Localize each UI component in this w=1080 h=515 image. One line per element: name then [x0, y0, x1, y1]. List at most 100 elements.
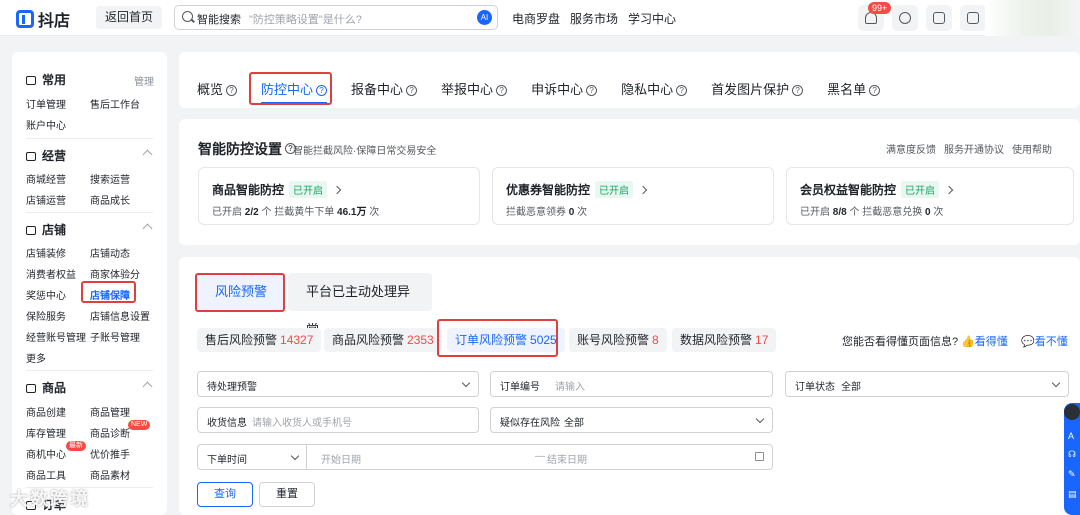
tab-report-filing[interactable]: 报备中心?	[351, 79, 418, 98]
chip-product-risk[interactable]: 商品风险预警 2353	[324, 328, 442, 352]
start-date[interactable]: 开始日期	[321, 451, 361, 466]
sidebar-divider	[26, 370, 153, 371]
query-button[interactable]: 查询	[197, 482, 253, 507]
sidebar-item-sub-accounts[interactable]: 子账号管理	[90, 329, 140, 344]
help-icon: ?	[586, 85, 598, 96]
end-date[interactable]: 结束日期	[547, 451, 587, 466]
help-link[interactable]: 使用帮助	[1012, 141, 1052, 156]
understand-no-button[interactable]: 💬看不懂	[1021, 333, 1068, 349]
sidebar-item-inventory[interactable]: 库存管理	[26, 425, 66, 440]
feedback-icon[interactable]: ✎	[1068, 469, 1076, 480]
sidebar-item-product-growth[interactable]: 商品成长	[90, 192, 130, 207]
chat-icon[interactable]: ☊	[1068, 449, 1076, 460]
shop-button[interactable]	[960, 5, 986, 31]
app-name: 抖店	[38, 13, 71, 30]
topnav-learning[interactable]: 学习中心	[628, 10, 676, 27]
sidebar-item-account-manage[interactable]: 经营账号管理	[26, 329, 86, 344]
ai-icon[interactable]: AI	[477, 10, 492, 25]
protection-title: 商品智能防控 已开启	[212, 181, 342, 198]
topnav-compass[interactable]: 电商罗盘	[512, 10, 560, 27]
sidebar-section-store[interactable]: 店铺	[26, 221, 66, 238]
tab-platform-handled[interactable]: 平台已主动处理异常	[288, 273, 432, 337]
sidebar-item-store-info[interactable]: 店铺信息设置	[90, 308, 150, 323]
topnav-market[interactable]: 服务市场	[570, 10, 618, 27]
agreement-link[interactable]: 服务开通协议	[944, 141, 1004, 156]
back-home-button[interactable]: 返回首页	[96, 6, 162, 29]
understand-yes-button[interactable]: 👍看得懂	[961, 333, 1008, 349]
sidebar: 常用 管理 订单管理 售后工作台 账户中心 经营 商城经营 搜索运营 店铺运营 …	[12, 52, 167, 515]
sidebar-item-decoration[interactable]: 店铺装修	[26, 245, 66, 260]
time-type-select[interactable]: 下单时间	[197, 444, 307, 470]
sidebar-item-mall[interactable]: 商城经营	[26, 171, 66, 186]
sidebar-item-order-manage[interactable]: 订单管理	[26, 96, 66, 111]
sidebar-item-opportunity[interactable]: 商机中心	[26, 446, 66, 461]
coupon-protection-card[interactable]: 优惠券智能防控 已开启 拦截恶意领券 0 次	[492, 167, 774, 225]
sidebar-section-common[interactable]: 常用	[26, 71, 66, 88]
tab-report-center[interactable]: 举报中心?	[441, 79, 508, 98]
chevron-down-icon	[290, 451, 300, 461]
suspect-risk-select[interactable]: 疑似存在风险 全部	[490, 407, 773, 433]
watermark: 大数跨境	[10, 489, 90, 509]
order-number-input[interactable]: 订单编号 请输入	[490, 371, 773, 397]
tab-blacklist[interactable]: 黑名单?	[827, 79, 881, 98]
highlight-box	[81, 281, 136, 303]
tab-privacy-center[interactable]: 隐私中心?	[621, 79, 688, 98]
tab-appeal-center[interactable]: 申诉中心?	[531, 79, 598, 98]
notification-button[interactable]: 99+	[858, 2, 892, 31]
sidebar-item-product-assets[interactable]: 商品素材	[90, 467, 130, 482]
chip-account-risk[interactable]: 账号风险预警 8	[569, 328, 667, 352]
book-icon[interactable]: ▤	[1068, 489, 1077, 500]
date-range-picker[interactable]: 开始日期 — 结束日期	[306, 444, 773, 470]
sidebar-item-more[interactable]: 更多	[26, 350, 46, 365]
sidebar-item-search-ops[interactable]: 搜索运营	[90, 171, 130, 186]
search-input[interactable]: 智能搜索 "防控策略设置"是什么? AI	[174, 5, 498, 30]
sidebar-item-store-news[interactable]: 店铺动态	[90, 245, 130, 260]
settings-title: 智能防控设置?	[198, 139, 296, 159]
sidebar-section-operation[interactable]: 经营	[26, 147, 66, 164]
sidebar-section-product[interactable]: 商品	[26, 379, 66, 396]
warning-status-select[interactable]: 待处理预警	[197, 371, 479, 397]
tab-image-protection[interactable]: 首发图片保护?	[711, 79, 804, 98]
member-protection-card[interactable]: 会员权益智能防控 已开启 已开启 8/8 个 拦截恶意兑换 0 次	[786, 167, 1074, 225]
top-bar: 抖店 返回首页 智能搜索 "防控策略设置"是什么? AI 电商罗盘 服务市场 学…	[0, 0, 1080, 36]
app-logo[interactable]: 抖店	[16, 7, 70, 31]
download-button[interactable]	[926, 5, 952, 31]
sidebar-item-store-ops[interactable]: 店铺运营	[26, 192, 66, 207]
collapse-icon[interactable]	[142, 381, 153, 392]
sidebar-item-product-manage[interactable]: 商品管理	[90, 404, 130, 419]
sidebar-item-consumer-rights[interactable]: 消费者权益	[26, 266, 76, 281]
risk-warning-card: 风险预警 平台已主动处理异常 售后风险预警14327 商品风险预警2353 订单…	[179, 257, 1080, 515]
reset-button[interactable]: 重置	[259, 482, 315, 507]
sidebar-item-product-tools[interactable]: 商品工具	[26, 467, 66, 482]
store-icon	[26, 226, 36, 235]
sidebar-item-reward-penalty[interactable]: 奖惩中心	[26, 287, 66, 302]
settings-subtitle: 智能拦截风险·保障日常交易安全	[293, 146, 437, 157]
help-icon: ?	[792, 85, 804, 96]
ai-assistant-icon[interactable]: A	[1068, 431, 1074, 441]
sidebar-item-insurance[interactable]: 保险服务	[26, 308, 66, 323]
chevron-down-icon	[461, 378, 471, 388]
sidebar-manage-link[interactable]: 管理	[134, 73, 154, 88]
receiver-info-input[interactable]: 收货信息 请输入收货人或手机号	[197, 407, 479, 433]
sidebar-item-product-create[interactable]: 商品创建	[26, 404, 66, 419]
sidebar-divider	[26, 138, 153, 139]
tab-overview[interactable]: 概览?	[197, 79, 238, 98]
sidebar-item-account[interactable]: 账户中心	[26, 117, 66, 132]
product-protection-card[interactable]: 商品智能防控 已开启 已开启 2/2 个 拦截黄牛下单 46.1万 次	[198, 167, 480, 225]
status-badge: 已开启	[901, 181, 940, 198]
chevron-right-icon	[638, 185, 648, 195]
collapse-icon[interactable]	[142, 149, 153, 160]
collapse-icon[interactable]	[142, 223, 153, 234]
chip-data-risk[interactable]: 数据风险预警 17	[672, 328, 777, 352]
feedback-link[interactable]: 满意度反馈	[886, 141, 936, 156]
service-button[interactable]	[892, 5, 918, 31]
sidebar-item-experience-score[interactable]: 商家体验分	[90, 266, 140, 281]
sidebar-item-product-diagnosis[interactable]: 商品诊断	[90, 425, 130, 440]
help-icon: ?	[406, 85, 418, 96]
robot-icon[interactable]	[1064, 404, 1080, 420]
sidebar-item-aftersale-workbench[interactable]: 售后工作台	[90, 96, 140, 111]
order-state-select[interactable]: 订单状态 全部	[785, 371, 1069, 397]
chevron-down-icon	[755, 414, 765, 424]
sidebar-item-price-pusher[interactable]: 优价推手	[90, 446, 130, 461]
chip-aftersale-risk[interactable]: 售后风险预警 14327	[197, 328, 322, 352]
